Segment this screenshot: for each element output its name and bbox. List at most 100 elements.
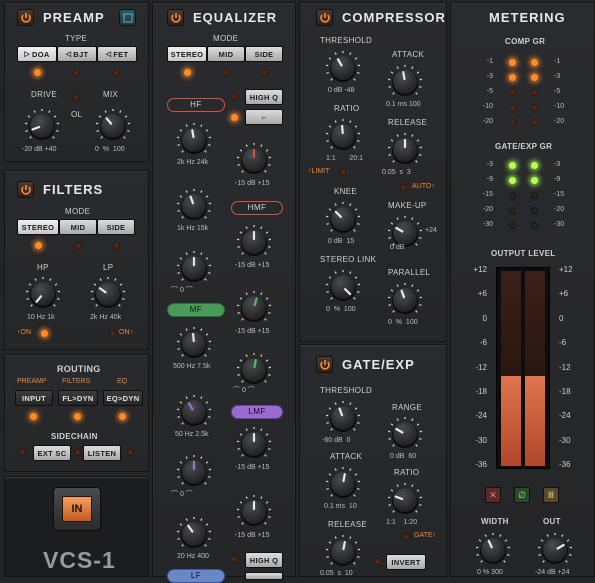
drive-knob[interactable]	[25, 109, 59, 143]
comp-ratio-knob[interactable]	[326, 119, 360, 153]
comp-release-knob[interactable]	[388, 133, 422, 167]
hf-freq-range: 2k Hz 24k	[177, 159, 208, 166]
comp_scale-label-right: -1	[554, 58, 560, 65]
preamp-link-button[interactable]	[119, 9, 136, 26]
routing-fl-dyn-button[interactable]: FL>DYN	[58, 390, 98, 406]
preamp-type-doa[interactable]: ▷DOA	[17, 46, 57, 62]
filters-panel: FILTERS MODE STEREO MID SIDE HP LP 10 Hz…	[4, 170, 149, 350]
hp-knob[interactable]	[26, 277, 60, 311]
gate-release-knob[interactable]	[326, 535, 360, 569]
comp_scale-led	[509, 89, 516, 96]
in-button[interactable]: IN	[53, 487, 101, 531]
comp-stereo-link-knob[interactable]	[326, 270, 360, 304]
filters-mode-stereo[interactable]: STEREO	[17, 219, 59, 235]
comp-power-button[interactable]	[316, 9, 333, 26]
mf-q-knob[interactable]	[237, 353, 271, 387]
gate_scale-label-left: -15	[473, 191, 493, 198]
comp_scale-led	[509, 119, 516, 126]
preamp-type-bjt[interactable]: ◁BJT	[57, 46, 97, 62]
comp-limit-led[interactable]	[340, 169, 347, 176]
listen-button[interactable]: LISTEN	[83, 445, 121, 461]
routing-input-button[interactable]: INPUT	[15, 390, 53, 406]
mix-range: 0 % 100	[95, 146, 125, 153]
lmf-gain-knob[interactable]	[237, 427, 271, 461]
vcs1-logo: VCS-1	[43, 547, 116, 574]
gate-attack-knob[interactable]	[326, 467, 360, 501]
lf-freq-knob[interactable]	[177, 517, 211, 551]
out-scale-left-label: 0	[465, 314, 487, 323]
filters-power-button[interactable]	[17, 181, 34, 198]
eq-mode-mid[interactable]: MID	[207, 46, 245, 62]
gate-gate-led[interactable]	[403, 533, 410, 540]
meter-mode-button-2[interactable]: ∅	[514, 487, 530, 503]
comp-auto-led[interactable]	[400, 184, 407, 191]
out-knob[interactable]	[538, 533, 572, 567]
drive-range: -20 dB +40	[22, 146, 56, 153]
comp-auto-label: AUTO↑	[412, 183, 435, 190]
routing-title: ROUTING	[57, 364, 101, 374]
eq-mode-stereo[interactable]: STEREO	[167, 46, 207, 62]
comp-attack-knob[interactable]	[388, 65, 422, 99]
gate_scale-led	[531, 192, 538, 199]
preamp-title: PREAMP	[43, 10, 105, 25]
lp-knob[interactable]	[91, 277, 125, 311]
preamp-type-fet[interactable]: ◁FET	[97, 46, 137, 62]
gate-invert-button[interactable]: INVERT	[386, 554, 426, 570]
routing-eq-dyn-led	[119, 413, 126, 420]
hf-freq-knob[interactable]	[177, 123, 211, 157]
comp-parallel-knob[interactable]	[388, 283, 422, 317]
gate_scale-led	[531, 177, 538, 184]
meter-mode-button-1[interactable]: ✕	[485, 487, 501, 503]
lp-on-label: ON↑	[119, 329, 133, 336]
mix-knob[interactable]	[96, 109, 130, 143]
comp-knee-knob[interactable]	[326, 202, 360, 236]
gate-range-label: RANGE	[392, 403, 422, 412]
preamp-power-button[interactable]	[17, 9, 34, 26]
routing-eq-dyn-button[interactable]: EQ>DYN	[103, 390, 143, 406]
preamp-doa-led	[34, 69, 41, 76]
ext-sc-button[interactable]: EXT SC	[33, 445, 71, 461]
eq-title: EQUALIZER	[193, 10, 277, 25]
hmf-q-knob[interactable]	[177, 251, 211, 285]
mf-freq-knob[interactable]	[177, 327, 211, 361]
gate_scale-label-right: -15	[554, 191, 564, 198]
lmf-q-range: ⌒ 0 ⌒	[171, 489, 193, 499]
filters-mode-side[interactable]: SIDE	[97, 219, 135, 235]
eq-mode-side[interactable]: SIDE	[245, 46, 283, 62]
gate_scale-label-right: -20	[554, 206, 564, 213]
lp-on-led[interactable]	[109, 330, 116, 337]
gate-threshold-knob[interactable]	[326, 401, 360, 435]
meter-mode-button-3[interactable]: Ⅲ	[543, 487, 559, 503]
lf-high-q-button[interactable]: HIGH Q	[245, 552, 283, 568]
gate-ratio-knob[interactable]	[388, 483, 422, 517]
gate-power-button[interactable]	[316, 356, 333, 373]
hmf-gain-knob[interactable]	[237, 225, 271, 259]
lmf-freq-knob[interactable]	[177, 395, 211, 429]
output-meter-left-fill	[501, 376, 521, 466]
hf-gain-knob[interactable]	[237, 143, 271, 177]
eq-power-button[interactable]	[167, 9, 184, 26]
mf-gain-knob[interactable]	[237, 291, 271, 325]
out-scale-right-label: 0	[559, 314, 563, 323]
comp-threshold-knob[interactable]	[326, 51, 360, 85]
lf-shelf-button[interactable]	[245, 572, 283, 580]
hp-on-led[interactable]	[41, 330, 48, 337]
hmf-freq-knob[interactable]	[177, 189, 211, 223]
lmf-freq-range: 50 Hz 2.5k	[175, 431, 209, 438]
filters-mode-mid[interactable]: MID	[59, 219, 97, 235]
comp-gr-label: COMP GR	[505, 37, 545, 46]
gate_scale-label-right: -3	[554, 161, 560, 168]
width-knob[interactable]	[476, 533, 510, 567]
gate-range-knob[interactable]	[388, 417, 422, 451]
lmf-q-knob[interactable]	[177, 455, 211, 489]
lmf-gain-range: -15 dB +15	[235, 464, 269, 471]
comp-ratio-label: RATIO	[334, 104, 359, 113]
filters-stereo-led	[35, 242, 42, 249]
hf-high-q-button[interactable]: HIGH Q	[245, 89, 283, 105]
lf-gain-knob[interactable]	[237, 495, 271, 529]
gate_scale-label-left: -3	[473, 161, 493, 168]
preamp-fet-led	[113, 69, 120, 76]
eq-band-hf: HF	[167, 98, 225, 112]
hf-shelf-button[interactable]: ⌐	[245, 109, 283, 125]
width-range: 0 % 300	[477, 569, 503, 576]
